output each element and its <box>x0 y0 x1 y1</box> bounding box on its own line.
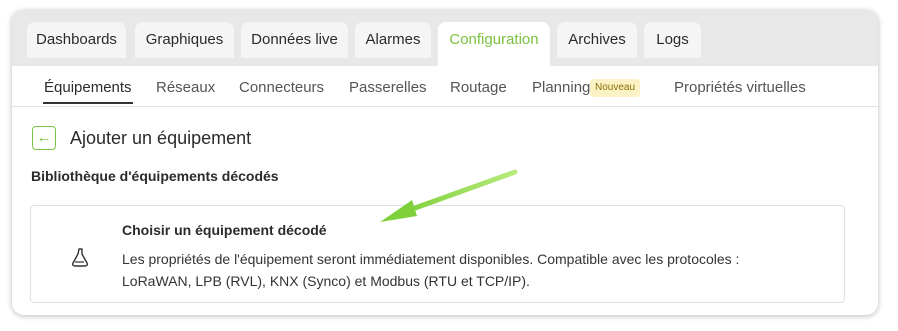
card-description-line-2: LoRaWAN, LPB (RVL), KNX (Synco) et Modbu… <box>122 273 530 289</box>
arrow-left-icon: ← <box>36 129 52 146</box>
decoded-device-card[interactable]: Choisir un équipement décodé Les proprié… <box>30 205 845 303</box>
tab-logs[interactable]: Logs <box>644 22 701 58</box>
card-description: Les propriétés de l'équipement seront im… <box>122 248 822 292</box>
subtab-proprietes-virtuelles[interactable]: Propriétés virtuelles <box>674 74 806 102</box>
bottle-icon <box>71 248 89 273</box>
section-title: Bibliothèque d'équipements décodés <box>31 168 279 184</box>
card-title: Choisir un équipement décodé <box>122 222 327 238</box>
tab-dashboards[interactable]: Dashboards <box>27 22 126 58</box>
page-title: Ajouter un équipement <box>70 128 252 148</box>
top-tab-bar: Dashboards Graphiques Données live Alarm… <box>12 10 878 66</box>
tab-graphiques[interactable]: Graphiques <box>135 22 234 58</box>
subtab-equipements[interactable]: Équipements <box>43 74 133 104</box>
subtab-reseaux[interactable]: Réseaux <box>156 74 215 102</box>
sub-navigation: Équipements Réseaux Connecteurs Passerel… <box>12 66 878 107</box>
subtab-passerelles[interactable]: Passerelles <box>349 74 427 102</box>
tab-donnees-live[interactable]: Données live <box>241 22 348 58</box>
subtab-connecteurs[interactable]: Connecteurs <box>239 74 324 102</box>
subtab-planning[interactable]: Planning <box>532 74 590 102</box>
new-badge: Nouveau <box>590 79 641 97</box>
card-description-line-1: Les propriétés de l'équipement seront im… <box>122 251 740 267</box>
subtab-routage[interactable]: Routage <box>450 74 507 102</box>
back-button[interactable]: ← <box>32 126 56 150</box>
tab-alarmes[interactable]: Alarmes <box>355 22 431 58</box>
tab-archives[interactable]: Archives <box>557 22 637 58</box>
main-panel: Dashboards Graphiques Données live Alarm… <box>12 10 878 315</box>
tab-configuration[interactable]: Configuration <box>438 22 550 66</box>
